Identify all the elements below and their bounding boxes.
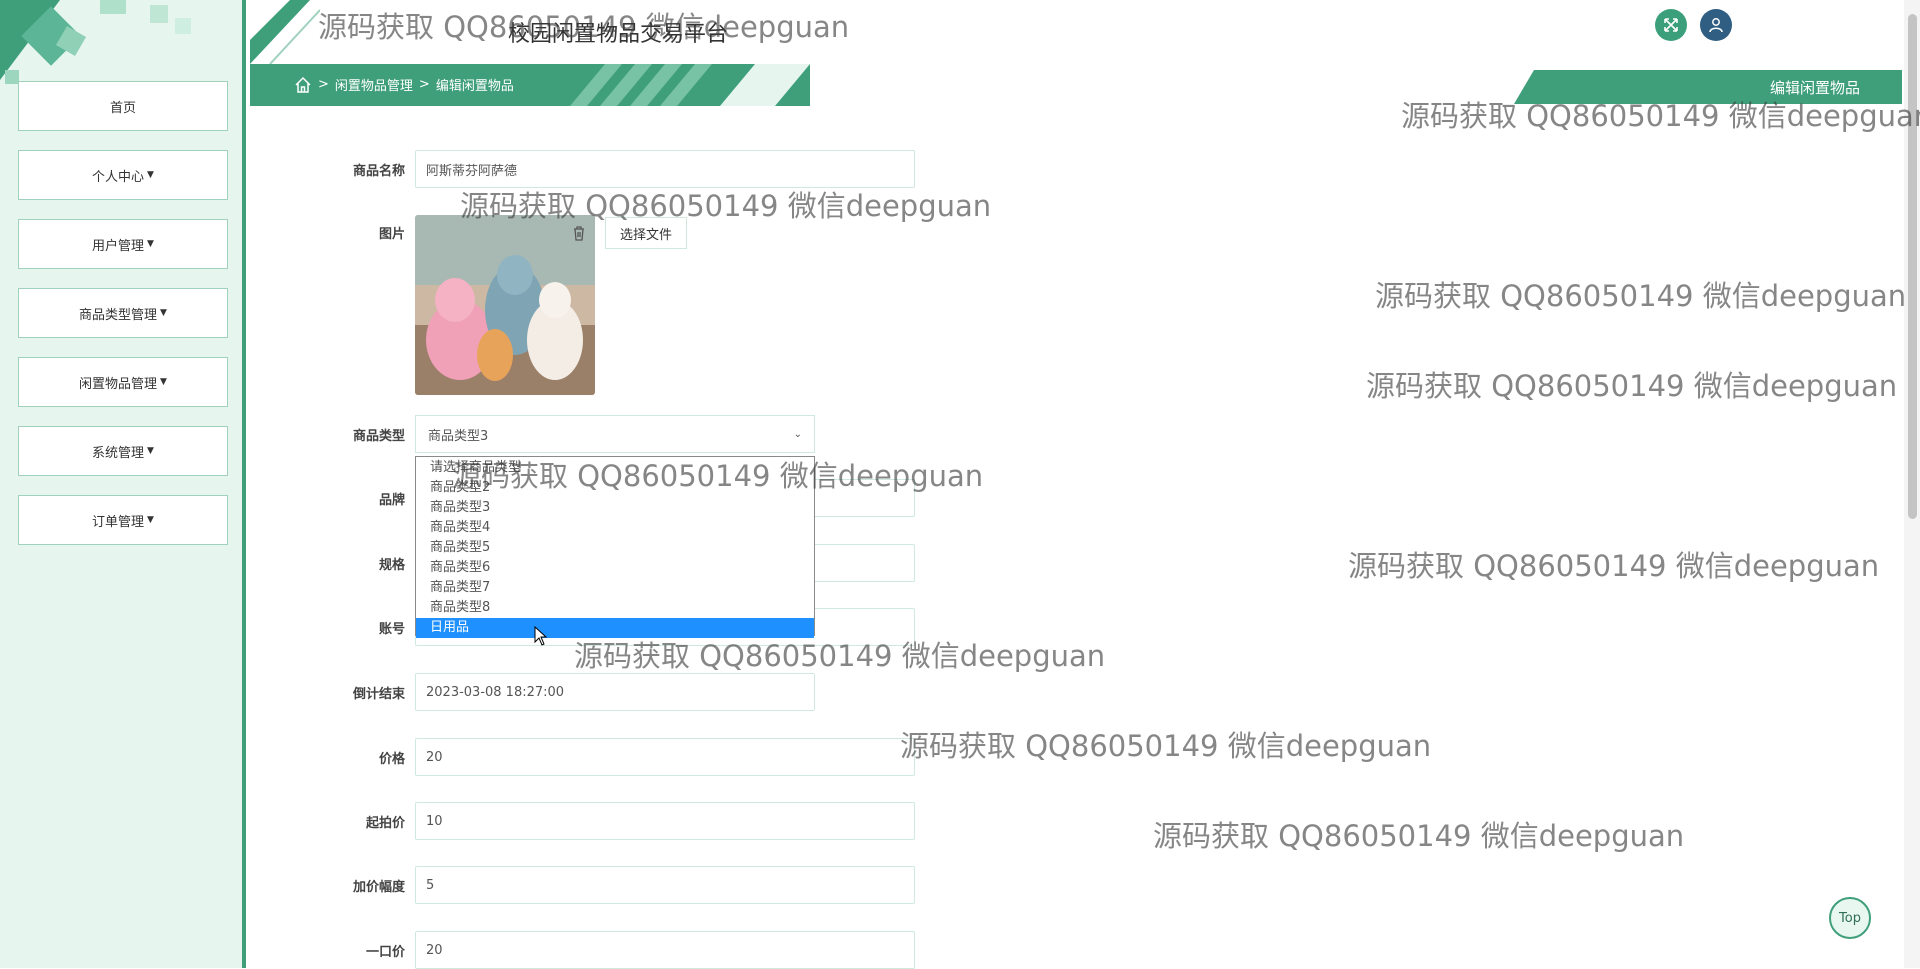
page-title: 编辑闲置物品 [1514,70,1902,104]
breadcrumb-link-idle-goods[interactable]: 闲置物品管理 [335,75,413,94]
dropdown-option[interactable]: 商品类型4 [416,518,814,538]
sidebar-item-label: 首页 [109,100,136,116]
breadcrumb-separator: > [418,77,430,92]
caret-down-icon: ▼ [147,446,154,456]
watermark: 源码获取 QQ86050149 微信deepguan [1366,369,1898,403]
fullscreen-icon [1664,18,1678,32]
price-input[interactable]: 20 [415,738,915,776]
breadcrumb-separator: > [318,77,329,92]
increment-label: 加价幅度 [352,879,405,895]
increment-input[interactable]: 5 [415,866,915,904]
price-label: 价格 [378,751,405,767]
caret-down-icon: ▼ [147,239,154,249]
brand-label: 品牌 [378,492,405,508]
sidebar-item-order-management[interactable]: 订单管理 ▼ [13,490,228,545]
watermark: 源码获取 QQ86050149 微信deepguan [1348,549,1880,583]
user-icon [1709,18,1723,33]
dropdown-option[interactable]: 商品类型3 [416,498,814,518]
countdown-label: 倒计结束 [352,686,405,702]
buyout-label: 一口价 [365,944,405,960]
sidebar-item-system-management[interactable]: 系统管理 ▼ [13,421,228,476]
scrollbar-thumb[interactable] [1908,14,1917,519]
spec-label: 规格 [378,557,405,573]
fullscreen-button[interactable] [1655,9,1687,41]
image-label: 图片 [378,227,405,242]
caret-down-icon: ▼ [160,377,167,387]
sidebar-item-label: 订单管理 [92,514,145,530]
app-title: 校园闲置物品交易平台 [508,22,729,47]
dropdown-option[interactable]: 商品类型7 [416,578,814,598]
form-row-increment: 加价幅度 5 [330,866,915,904]
name-input[interactable]: 阿斯蒂芬阿萨德 [415,150,915,188]
watermark: 源码获取 QQ86050149 微信deepguan [900,729,1432,763]
dropdown-option[interactable]: 商品类型6 [416,558,814,578]
category-label: 商品类型 [352,428,405,444]
caret-down-icon: ▼ [160,308,167,318]
category-select-value: 商品类型3 [428,428,489,444]
buyout-input[interactable]: 20 [415,931,915,969]
category-select[interactable]: 商品类型3 ⌄ [415,415,815,453]
sidebar-item-personal-center[interactable]: 个人中心 ▼ [13,145,228,200]
sidebar-item-label: 个人中心 [92,169,145,185]
caret-down-icon: ▼ [147,170,154,180]
header-decoration [250,0,320,64]
countdown-input[interactable]: 2023-03-08 18:27:00 [415,673,815,711]
page-scrollbar[interactable] [1904,0,1920,968]
dropdown-option[interactable]: 商品类型2 [416,478,814,498]
name-label: 商品名称 [352,163,405,179]
form-row-buyout: 一口价 20 [330,931,915,969]
home-icon[interactable] [294,76,312,94]
trash-icon [574,226,584,241]
start-price-input[interactable]: 10 [415,802,915,840]
form-row-name: 商品名称 阿斯蒂芬阿萨德 [330,150,915,188]
back-to-top-button[interactable]: Top [1829,897,1871,939]
sidebar-item-category-management[interactable]: 商品类型管理 ▼ [13,283,228,338]
dropdown-option[interactable]: 商品类型8 [416,598,814,618]
user-button[interactable] [1700,9,1732,41]
sidebar-item-user-management[interactable]: 用户管理 ▼ [13,214,228,269]
category-dropdown: 请选择商品类型 商品类型2 商品类型3 商品类型4 商品类型5 商品类型6 商品… [415,456,815,638]
watermark: 源码获取 QQ86050149 微信deepguan [1153,819,1685,853]
sidebar: 首页 个人中心 ▼ 用户管理 ▼ 商品类型管理 ▼ 闲置物品管理 ▼ 系统管理 ▼ 订单管… [0,0,246,968]
dropdown-option[interactable]: 商品类型5 [416,538,814,558]
form-row-price: 价格 20 [330,738,915,776]
form-row-countdown: 倒计结束 2023-03-08 18:27:00 [330,673,815,711]
form-row-start-price: 起拍价 10 [330,802,915,840]
sidebar-item-label: 闲置物品管理 [79,376,158,392]
mouse-cursor-icon [534,626,548,646]
account-label: 账号 [378,621,405,637]
breadcrumb-bar: > 闲置物品管理 > 编辑闲置物品 [250,64,810,106]
sidebar-item-idle-goods-management[interactable]: 闲置物品管理 ▼ [13,352,228,407]
watermark: 源码获取 QQ86050149 微信deepguan [1375,279,1907,313]
sidebar-item-label: 系统管理 [92,445,145,461]
choose-file-button[interactable]: 选择文件 [605,217,687,249]
form-row-image: 图片 [330,223,415,242]
sidebar-item-label: 用户管理 [92,238,145,254]
chevron-down-icon: ⌄ [793,428,802,440]
dropdown-option-highlighted[interactable]: 日用品 [416,618,814,638]
sidebar-item-home[interactable]: 首页 [13,76,228,131]
caret-down-icon: ▼ [147,515,154,525]
start-price-label: 起拍价 [365,815,405,831]
form-row-category: 商品类型 [330,415,415,453]
dropdown-option[interactable]: 请选择商品类型 [416,458,814,478]
delete-image-button[interactable] [564,218,594,248]
breadcrumb: > 闲置物品管理 > 编辑闲置物品 [294,75,514,94]
breadcrumb-current: 编辑闲置物品 [435,79,514,94]
sidebar-item-label: 商品类型管理 [79,307,158,323]
